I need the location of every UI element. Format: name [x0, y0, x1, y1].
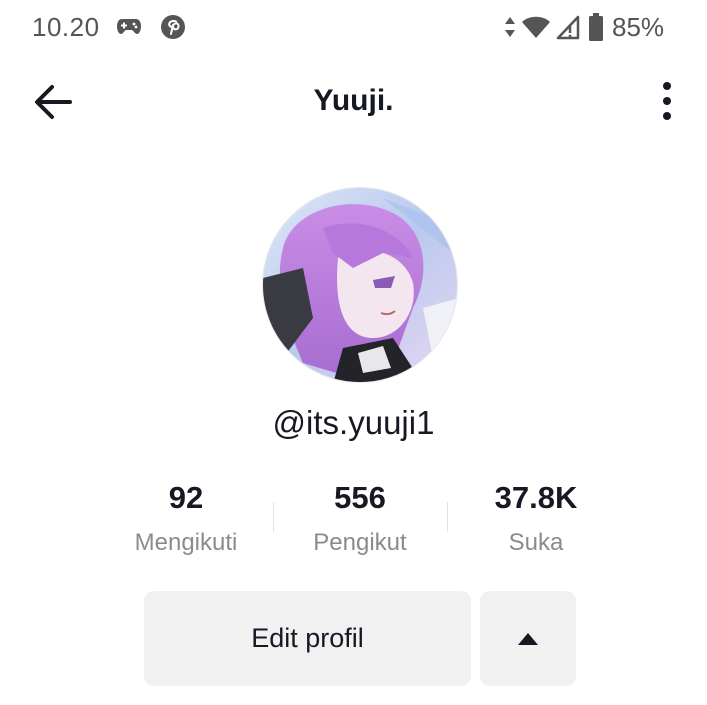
signal-icon: [556, 15, 580, 40]
avatar-image: [263, 188, 457, 382]
avatar[interactable]: [262, 187, 458, 383]
stat-value: 37.8K: [494, 480, 578, 515]
data-arrows-icon: [505, 17, 515, 37]
more-options-button[interactable]: [650, 80, 684, 124]
more-vertical-icon: [663, 82, 671, 120]
suggested-toggle-button[interactable]: [480, 591, 576, 686]
username: @its.yuuji1: [272, 404, 435, 441]
profile-header: Yuuji.: [0, 70, 707, 134]
stat-likes[interactable]: 37.8K Suka: [436, 480, 636, 557]
status-bar: 10.20 85%: [0, 0, 707, 56]
stat-label: Suka: [508, 529, 564, 556]
battery-percent: 85%: [612, 12, 665, 42]
page-title: Yuuji.: [313, 84, 394, 117]
stat-followers[interactable]: 556 Pengikut: [260, 480, 460, 557]
stat-value: 556: [334, 480, 386, 515]
status-time: 10.20: [32, 12, 100, 42]
stat-following[interactable]: 92 Mengikuti: [86, 480, 286, 557]
gamepad-icon: [117, 19, 141, 34]
wifi-icon: [522, 16, 550, 38]
edit-profile-button[interactable]: Edit profil: [144, 591, 471, 686]
triangle-up-icon: [518, 632, 538, 645]
stat-value: 92: [168, 480, 204, 515]
stat-label: Pengikut: [313, 529, 407, 556]
pinterest-icon: [161, 15, 185, 39]
stat-label: Mengikuti: [134, 529, 238, 556]
battery-icon: [589, 13, 603, 41]
edit-profile-label: Edit profil: [251, 623, 364, 653]
